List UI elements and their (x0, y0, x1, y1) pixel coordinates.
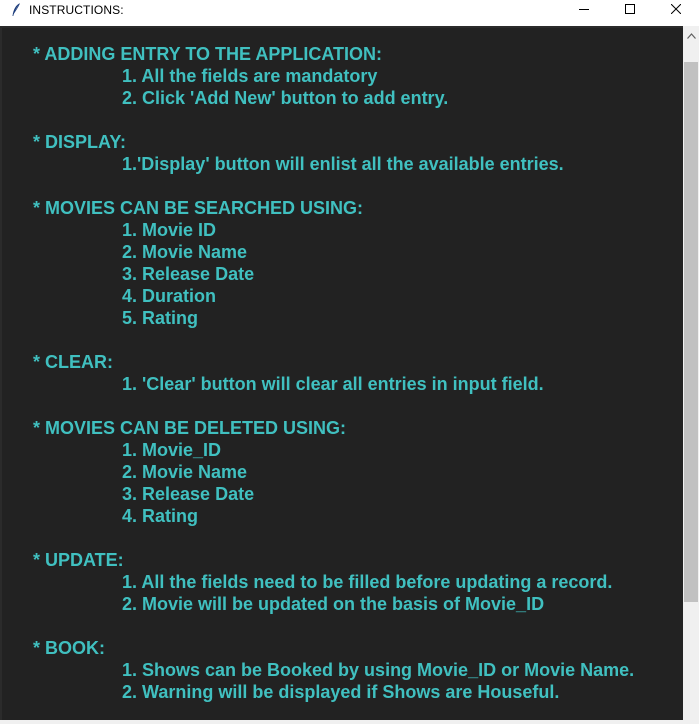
scroll-up-button[interactable] (683, 26, 699, 43)
instruction-item: 1. All the fields need to be filled befo… (122, 572, 613, 592)
close-button[interactable] (653, 0, 699, 20)
window-bottom-edge (0, 720, 699, 724)
instruction-item: 2. Warning will be displayed if Shows ar… (122, 682, 560, 702)
instruction-item: 1. Shows can be Booked by using Movie_ID… (122, 660, 635, 680)
section-heading: * MOVIES CAN BE DELETED USING: (33, 418, 347, 438)
instructions-window: INSTRUCTIONS: * ADDING ENTRY TO THE APPL… (0, 0, 699, 724)
window-title: INSTRUCTIONS: (29, 3, 124, 17)
instructions-panel: * ADDING ENTRY TO THE APPLICATION: 1. All… (0, 26, 683, 720)
minimize-icon (579, 1, 589, 19)
window-controls (561, 0, 699, 20)
section-heading: * MOVIES CAN BE SEARCHED USING: (33, 198, 364, 218)
scrollbar-thumb[interactable] (684, 62, 698, 602)
chevron-up-icon (686, 26, 696, 44)
minimize-button[interactable] (561, 0, 607, 20)
instruction-item: 3. Release Date (122, 264, 255, 284)
feather-icon (9, 3, 23, 17)
instruction-item: 2. Movie will be updated on the basis of… (122, 594, 545, 614)
close-icon (670, 1, 682, 19)
section-heading: * DISPLAY: (33, 132, 127, 152)
section-heading: * ADDING ENTRY TO THE APPLICATION: (33, 44, 383, 64)
instruction-item: 4. Duration (122, 286, 217, 306)
instruction-item: 2. Movie Name (122, 242, 248, 262)
instruction-item: 1. Movie ID (122, 220, 217, 240)
section-heading: * UPDATE: (33, 550, 124, 570)
maximize-icon (625, 1, 635, 19)
instruction-item: 1. 'Clear' button will clear all entries… (122, 374, 544, 394)
section-heading: * BOOK: (33, 638, 105, 658)
instruction-item: 2. Click 'Add New' button to add entry. (122, 88, 449, 108)
vertical-scrollbar[interactable] (683, 26, 699, 720)
section-heading: * CLEAR: (33, 352, 113, 372)
maximize-button[interactable] (607, 0, 653, 20)
instruction-item: 1. Movie_ID (122, 440, 222, 460)
title-bar[interactable]: INSTRUCTIONS: (0, 0, 699, 20)
instruction-item: 1.'Display' button will enlist all the a… (122, 154, 564, 174)
instruction-item: 3. Release Date (122, 484, 255, 504)
instructions-text: * ADDING ENTRY TO THE APPLICATION: 1. All… (33, 43, 678, 703)
instructions-text-area[interactable]: * ADDING ENTRY TO THE APPLICATION: 1. All… (2, 28, 683, 720)
instruction-item: 5. Rating (122, 308, 199, 328)
instruction-item: 2. Movie Name (122, 462, 248, 482)
instruction-item: 1. All the fields are mandatory (122, 66, 378, 86)
instruction-item: 4. Rating (122, 506, 199, 526)
